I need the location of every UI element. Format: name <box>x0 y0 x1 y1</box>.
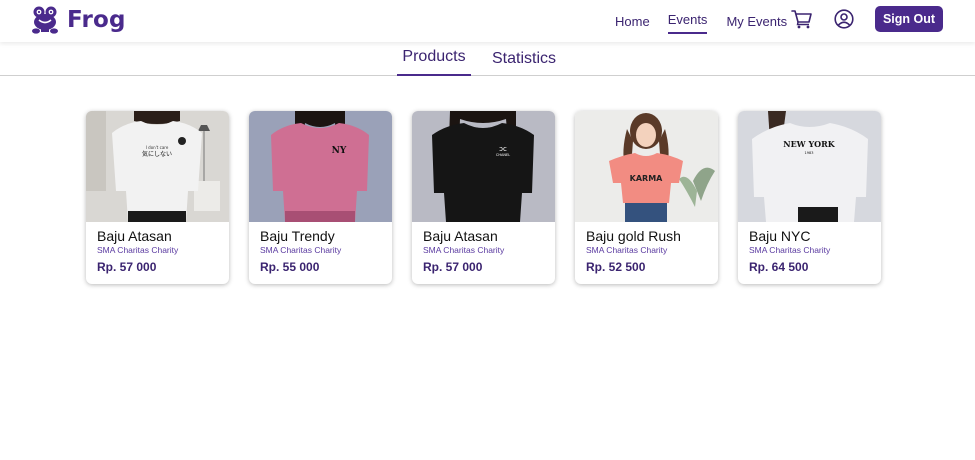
top-navbar: Frog Home Events My Events Sign Out <box>0 0 975 42</box>
svg-text:NY: NY <box>332 146 347 156</box>
product-price: Rp. 52 500 <box>586 260 646 274</box>
product-price: Rp. 64 500 <box>749 260 809 274</box>
svg-text:KARMA: KARMA <box>630 174 664 183</box>
product-seller: SMA Charitas Charity <box>749 245 831 255</box>
product-info: Baju NYC SMA Charitas Charity Rp. 64 500 <box>738 222 881 274</box>
brand-logo[interactable]: Frog <box>31 5 126 35</box>
brand-name: Frog <box>67 7 126 33</box>
svg-text:CHANEL: CHANEL <box>496 153 510 157</box>
svg-text:1983: 1983 <box>805 151 814 155</box>
product-card[interactable]: NEW YORK 1983 Baju NYC SMA Charitas Char… <box>738 111 881 284</box>
frog-logo-icon <box>32 6 58 34</box>
product-name: Baju Atasan <box>423 228 498 244</box>
product-grid: I don't care 気にしない Baju Atasan SMA Chari… <box>86 111 881 284</box>
svg-text:NEW YORK: NEW YORK <box>783 139 836 149</box>
product-name: Baju Atasan <box>97 228 172 244</box>
product-name: Baju Trendy <box>260 228 335 244</box>
product-image: KARMA <box>575 111 718 222</box>
nav-home-link[interactable]: Home <box>615 0 650 42</box>
product-seller: SMA Charitas Charity <box>97 245 179 255</box>
svg-text:I don't care: I don't care <box>146 145 169 150</box>
product-seller: SMA Charitas Charity <box>260 245 342 255</box>
cart-icon[interactable] <box>791 9 813 29</box>
product-price: Rp. 55 000 <box>260 260 320 274</box>
product-image: NEW YORK 1983 <box>738 111 881 222</box>
user-circle-icon[interactable] <box>834 9 854 29</box>
product-info: Baju Atasan SMA Charitas Charity Rp. 57 … <box>412 222 555 274</box>
tab-statistics[interactable]: Statistics <box>492 50 556 68</box>
sub-tabs: Products Statistics <box>0 42 975 76</box>
product-info: Baju Atasan SMA Charitas Charity Rp. 57 … <box>86 222 229 274</box>
product-card[interactable]: NY Baju Trendy SMA Charitas Charity Rp. … <box>249 111 392 284</box>
product-info: Baju gold Rush SMA Charitas Charity Rp. … <box>575 222 718 274</box>
product-price: Rp. 57 000 <box>423 260 483 274</box>
product-image: NY <box>249 111 392 222</box>
tab-products[interactable]: Products <box>397 48 471 76</box>
product-seller: SMA Charitas Charity <box>586 245 668 255</box>
product-card[interactable]: ↄc CHANEL Baju Atasan SMA Charitas Chari… <box>412 111 555 284</box>
product-info: Baju Trendy SMA Charitas Charity Rp. 55 … <box>249 222 392 274</box>
nav-my-events-link[interactable]: My Events <box>726 0 787 42</box>
product-name: Baju NYC <box>749 228 811 244</box>
svg-text:気にしない: 気にしない <box>142 150 172 158</box>
product-card[interactable]: KARMA Baju gold Rush SMA Charitas Charit… <box>575 111 718 284</box>
svg-text:ↄc: ↄc <box>499 145 507 153</box>
product-price: Rp. 57 000 <box>97 260 157 274</box>
product-seller: SMA Charitas Charity <box>423 245 505 255</box>
product-card[interactable]: I don't care 気にしない Baju Atasan SMA Chari… <box>86 111 229 284</box>
nav-links: Home Events My Events <box>615 0 787 42</box>
product-name: Baju gold Rush <box>586 228 681 244</box>
product-image: ↄc CHANEL <box>412 111 555 222</box>
nav-events-link[interactable]: Events <box>667 0 707 40</box>
product-image: I don't care 気にしない <box>86 111 229 222</box>
sign-out-button[interactable]: Sign Out <box>875 6 943 32</box>
